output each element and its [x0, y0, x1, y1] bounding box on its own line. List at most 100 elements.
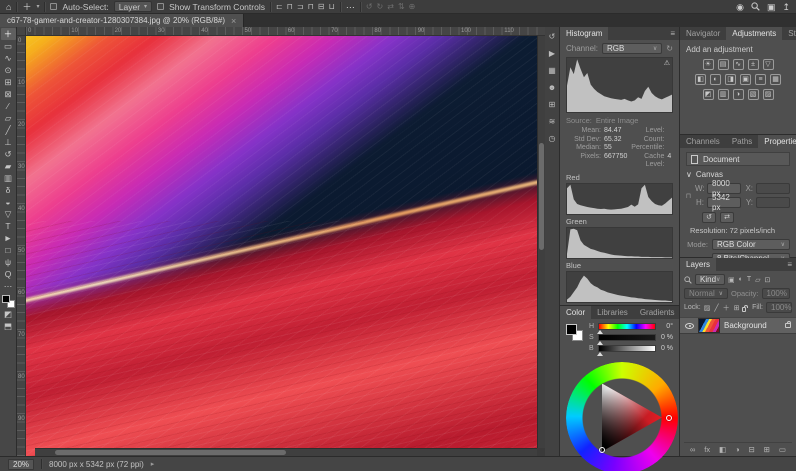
document-canvas[interactable] — [26, 36, 545, 456]
dodge-tool[interactable]: ◒ — [1, 196, 16, 208]
levels-icon[interactable]: ▤ — [718, 59, 729, 70]
layer-list-empty[interactable] — [684, 334, 792, 442]
new-group-icon[interactable]: ⊟ — [748, 445, 754, 454]
libraries-panel-icon[interactable]: ☻ — [546, 82, 559, 94]
tab-color[interactable]: Color — [560, 306, 591, 319]
tab-channels[interactable]: Channels — [680, 135, 726, 148]
foreground-color-swatch[interactable] — [566, 324, 577, 335]
close-icon[interactable]: × — [231, 16, 236, 26]
move-tool-icon[interactable]: ＋ — [22, 1, 31, 13]
crop-tool[interactable]: ⊞ — [1, 76, 16, 88]
object-selection-tool[interactable]: ⊙ — [1, 64, 16, 76]
filter-pixel-layers-icon[interactable]: ▣ — [728, 276, 735, 284]
posterize-icon[interactable]: ▥ — [718, 89, 729, 100]
filter-adjustment-layers-icon[interactable]: ◐ — [739, 276, 743, 283]
horizontal-ruler[interactable]: 0102030405060708090100110 — [26, 27, 545, 36]
horizontal-scrollbar-thumb[interactable] — [55, 450, 286, 455]
tab-layers[interactable]: Layers — [680, 258, 716, 271]
auto-select-dropdown[interactable]: Layer ▾ — [114, 1, 152, 12]
photo-filter-icon[interactable]: ▣ — [740, 74, 751, 85]
filter-smart-objects-icon[interactable]: ⊡ — [765, 276, 771, 284]
threshold-icon[interactable]: ◑ — [733, 89, 744, 100]
canvas-image[interactable] — [26, 36, 545, 456]
hand-tool[interactable]: ψ — [1, 256, 16, 268]
panel-menu-icon[interactable]: ≡ — [787, 258, 796, 271]
edit-toolbar-button[interactable]: ⋯ — [1, 280, 16, 292]
layer-effects-icon[interactable]: fx — [704, 445, 710, 454]
lock-image-icon[interactable]: ╱ — [714, 304, 718, 312]
align-left-icon[interactable]: ⊏ — [276, 2, 283, 11]
account-icon[interactable]: ◉ — [736, 1, 744, 13]
blend-mode-dropdown[interactable]: Normal ∨ — [684, 288, 728, 299]
move-tool[interactable]: ＋ — [1, 28, 16, 40]
actions-panel-icon[interactable]: ▶ — [546, 48, 559, 60]
filter-kind-dropdown[interactable]: Kind ∨ — [695, 274, 725, 285]
brush-tool[interactable]: ╱ — [1, 124, 16, 136]
pen-tool[interactable]: ▽ — [1, 208, 16, 220]
tab-styles[interactable]: Styles — [782, 27, 796, 40]
lock-transparency-icon[interactable]: ▨ — [704, 304, 711, 312]
more-options-icon[interactable]: ⋯ — [346, 1, 355, 13]
layer-mask-icon[interactable]: ◧ — [719, 445, 726, 454]
tab-navigator[interactable]: Navigator — [680, 27, 726, 40]
frame-tool[interactable]: ⊠ — [1, 88, 16, 100]
exposure-icon[interactable]: ± — [748, 59, 759, 70]
eraser-tool[interactable]: ▰ — [1, 160, 16, 172]
document-header[interactable]: Document — [686, 152, 790, 166]
foreground-color-swatch[interactable] — [2, 295, 10, 303]
section-chevron-icon[interactable]: ∨ — [686, 170, 692, 179]
tab-properties[interactable]: Properties — [758, 135, 796, 148]
opacity-field[interactable]: 100% — [762, 288, 790, 299]
history-brush-tool[interactable]: ↺ — [1, 148, 16, 160]
brightness-contrast-icon[interactable]: ☀ — [703, 59, 714, 70]
tab-adjustments[interactable]: Adjustments — [726, 27, 782, 40]
lock-all-icon[interactable] — [742, 307, 746, 312]
gradient-tool[interactable]: ▥ — [1, 172, 16, 184]
status-options-chevron[interactable]: ▸ — [151, 460, 155, 468]
align-top-icon[interactable]: ⊓ — [308, 2, 314, 11]
color-balance-icon[interactable]: ◐ — [710, 74, 721, 85]
height-field[interactable]: 5342 px — [707, 197, 741, 208]
info-panel-icon[interactable]: ▦ — [546, 65, 559, 77]
color-selector[interactable] — [599, 447, 605, 453]
blur-tool[interactable]: δ — [1, 184, 16, 196]
document-tab[interactable]: c67-78-gamer-and-creator-1280307384.jpg … — [0, 14, 244, 27]
clone-stamp-tool[interactable]: ⊥ — [1, 136, 16, 148]
bright-slider[interactable] — [598, 345, 656, 352]
spot-healing-tool[interactable]: ▱ — [1, 112, 16, 124]
rectangle-tool[interactable]: □ — [1, 244, 16, 256]
tab-paths[interactable]: Paths — [726, 135, 758, 148]
vertical-scrollbar[interactable] — [537, 36, 545, 448]
tab-libraries[interactable]: Libraries — [591, 306, 634, 319]
fill-field[interactable]: 100% — [766, 302, 792, 313]
align-right-icon[interactable]: ⊐ — [297, 2, 304, 11]
quick-mask-button[interactable]: ◩ — [1, 308, 16, 320]
layer-thumbnail[interactable] — [698, 318, 720, 333]
uncached-refresh-icon[interactable]: ↻ — [666, 44, 673, 53]
hue-saturation-icon[interactable]: ◧ — [695, 74, 706, 85]
flip-canvas-button[interactable]: ⇄ — [720, 212, 734, 223]
selective-color-icon[interactable]: ▨ — [763, 89, 774, 100]
horizontal-scrollbar[interactable] — [35, 448, 537, 456]
link-layers-icon[interactable]: ∞ — [690, 445, 695, 454]
zoom-tool[interactable]: Q — [1, 268, 16, 280]
link-dimensions-icon[interactable]: ⊓ — [686, 183, 691, 208]
screen-mode-button[interactable]: ⬒ — [1, 320, 16, 332]
align-middle-icon[interactable]: ⊟ — [318, 2, 325, 11]
vertical-ruler[interactable]: 0102030405060708090 — [17, 36, 26, 456]
eyedropper-tool[interactable]: ∕ — [1, 100, 16, 112]
history-panel-icon[interactable]: ↺ — [546, 31, 559, 43]
filter-type-layers-icon[interactable]: T — [747, 276, 751, 283]
zoom-level-field[interactable]: 20% — [8, 459, 34, 470]
new-adjustment-layer-icon[interactable]: ◑ — [735, 445, 740, 454]
workspace-switcher-icon[interactable]: ▣ — [767, 1, 776, 13]
new-layer-icon[interactable]: ⊞ — [764, 445, 770, 454]
tab-histogram[interactable]: Histogram — [560, 27, 608, 40]
source-value[interactable]: Entire Image — [596, 116, 639, 125]
hue-slider[interactable] — [598, 323, 656, 330]
channel-mixer-icon[interactable]: ≡ — [755, 74, 766, 85]
timeline-panel-icon[interactable]: ◷ — [546, 133, 559, 145]
channel-dropdown[interactable]: RGB ∨ — [602, 43, 662, 54]
share-icon[interactable]: ↥ — [782, 1, 790, 13]
home-icon[interactable]: ⌂ — [6, 1, 11, 13]
